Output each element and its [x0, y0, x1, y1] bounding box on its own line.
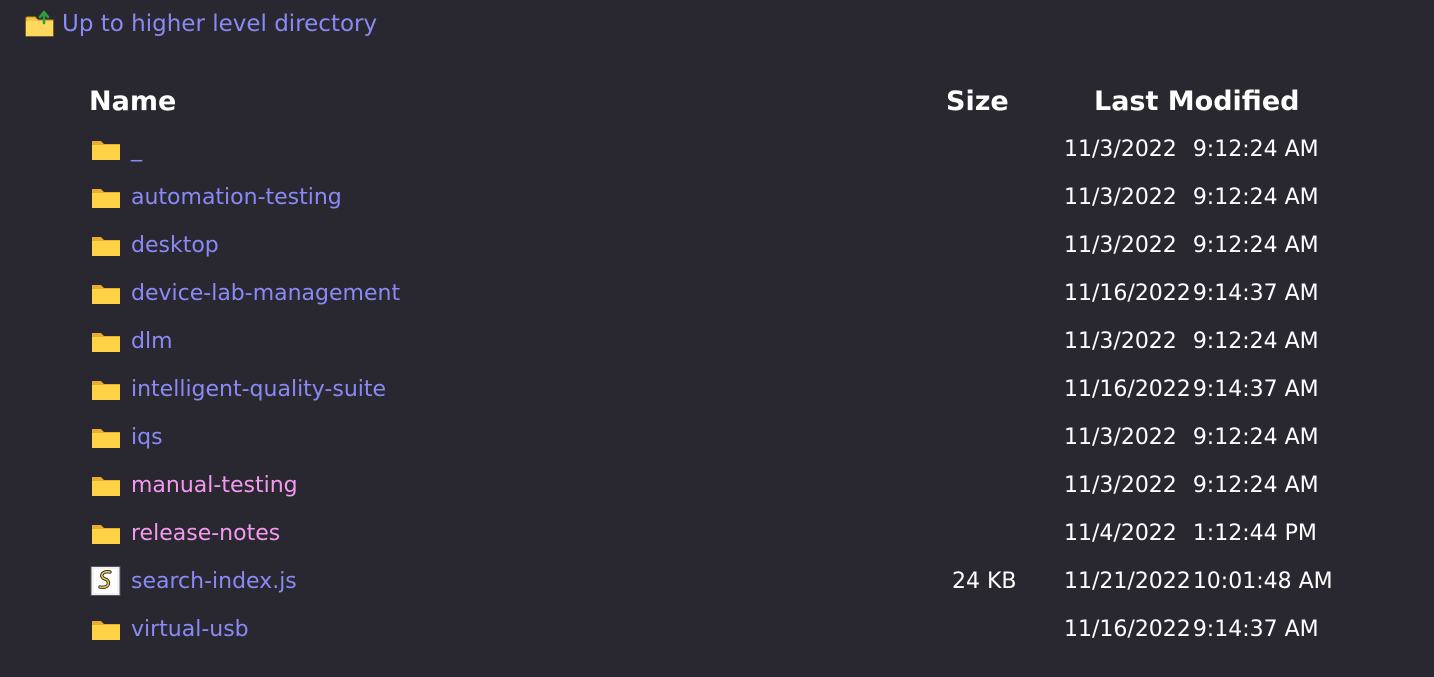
- time-cell: 9:12:24 AM: [1192, 232, 1319, 258]
- entry-link[interactable]: search-index.js: [131, 569, 297, 594]
- table-row: automation-testing 11/3/2022 9:12:24 AM: [86, 173, 1333, 221]
- up-link-label: Up to higher level directory: [62, 11, 378, 37]
- date-cell: 11/3/2022: [1064, 424, 1177, 450]
- date-cell: 11/21/2022: [1064, 568, 1191, 594]
- time-cell: 9:14:37 AM: [1192, 616, 1319, 642]
- up-to-parent-link[interactable]: Up to higher level directory: [24, 9, 377, 39]
- entry-link[interactable]: iqs: [131, 425, 163, 450]
- table-row: search-index.js 24 KB 11/21/2022 10:01:48 A…: [86, 557, 1333, 605]
- name-cell: intelligent-quality-suite: [86, 365, 946, 413]
- folder-icon: [90, 470, 122, 500]
- header-row: Name Size Last Modified: [86, 77, 1333, 125]
- name-cell: search-index.js: [86, 557, 946, 605]
- table-row: desktop 11/3/2022 9:12:24 AM: [86, 221, 1333, 269]
- entry-link[interactable]: _: [131, 137, 142, 162]
- entry-link[interactable]: desktop: [131, 233, 219, 258]
- name-column-header: Name: [89, 85, 177, 117]
- time-cell: 9:12:24 AM: [1192, 472, 1319, 498]
- entry-link[interactable]: intelligent-quality-suite: [131, 377, 386, 402]
- last-modified-column-header: Last Modified: [1094, 85, 1300, 117]
- size-cell: [946, 413, 1061, 461]
- name-cell: desktop: [86, 221, 946, 269]
- time-cell: 10:01:48 AM: [1192, 568, 1333, 594]
- size-cell: [946, 509, 1061, 557]
- entry-link[interactable]: automation-testing: [131, 185, 342, 210]
- name-cell: iqs: [86, 413, 946, 461]
- name-cell: release-notes: [86, 509, 946, 557]
- time-cell: 9:12:24 AM: [1192, 424, 1319, 450]
- size-cell: 24 KB: [952, 568, 1017, 594]
- date-cell: 11/3/2022: [1064, 136, 1177, 162]
- folder-icon: [90, 518, 122, 548]
- size-cell: [946, 221, 1061, 269]
- folder-icon: [90, 326, 122, 356]
- entry-link[interactable]: manual-testing: [131, 473, 298, 498]
- name-cell: device-lab-management: [86, 269, 946, 317]
- table-row: virtual-usb 11/16/2022 9:14:37 AM: [86, 605, 1333, 653]
- folder-icon: [90, 278, 122, 308]
- entry-link[interactable]: virtual-usb: [131, 617, 249, 642]
- table-row: intelligent-quality-suite 11/16/2022 9:14:…: [86, 365, 1333, 413]
- date-cell: 11/3/2022: [1064, 472, 1177, 498]
- date-cell: 11/16/2022: [1064, 376, 1191, 402]
- size-cell: [946, 605, 1061, 653]
- entry-link[interactable]: release-notes: [131, 521, 280, 546]
- date-cell: 11/4/2022: [1064, 520, 1177, 546]
- time-cell: 9:14:37 AM: [1192, 376, 1319, 402]
- folder-up-icon: [24, 9, 56, 39]
- folder-icon: [90, 422, 122, 452]
- table-row: release-notes 11/4/2022 1:12:44 PM: [86, 509, 1333, 557]
- name-cell: dlm: [86, 317, 946, 365]
- entry-link[interactable]: device-lab-management: [131, 281, 400, 306]
- folder-icon: [90, 230, 122, 260]
- folder-icon: [90, 134, 122, 164]
- date-cell: 11/16/2022: [1064, 616, 1191, 642]
- size-column-header: Size: [946, 85, 1009, 117]
- size-cell: [946, 125, 1061, 173]
- table-row: manual-testing 11/3/2022 9:12:24 AM: [86, 461, 1333, 509]
- date-cell: 11/3/2022: [1064, 184, 1177, 210]
- name-cell: _: [86, 125, 946, 173]
- entry-link[interactable]: dlm: [131, 329, 173, 354]
- file-listing-table: Name Size Last Modified _ 11/3/2022 9:12:2…: [86, 77, 1333, 653]
- name-cell: virtual-usb: [86, 605, 946, 653]
- size-cell: [946, 173, 1061, 221]
- time-cell: 1:12:44 PM: [1192, 520, 1317, 546]
- time-cell: 9:12:24 AM: [1192, 136, 1319, 162]
- folder-icon: [90, 614, 122, 644]
- name-cell: automation-testing: [86, 173, 946, 221]
- script-file-icon: [90, 566, 122, 596]
- size-cell: [946, 317, 1061, 365]
- size-cell: [946, 365, 1061, 413]
- size-cell: [946, 461, 1061, 509]
- table-row: dlm 11/3/2022 9:12:24 AM: [86, 317, 1333, 365]
- folder-icon: [90, 374, 122, 404]
- folder-icon: [90, 182, 122, 212]
- table-row: _ 11/3/2022 9:12:24 AM: [86, 125, 1333, 173]
- date-cell: 11/3/2022: [1064, 232, 1177, 258]
- date-cell: 11/16/2022: [1064, 280, 1191, 306]
- time-cell: 9:12:24 AM: [1192, 184, 1319, 210]
- size-cell: [946, 269, 1061, 317]
- date-cell: 11/3/2022: [1064, 328, 1177, 354]
- time-cell: 9:14:37 AM: [1192, 280, 1319, 306]
- time-cell: 9:12:24 AM: [1192, 328, 1319, 354]
- table-row: device-lab-management 11/16/2022 9:14:37 A…: [86, 269, 1333, 317]
- name-cell: manual-testing: [86, 461, 946, 509]
- table-row: iqs 11/3/2022 9:12:24 AM: [86, 413, 1333, 461]
